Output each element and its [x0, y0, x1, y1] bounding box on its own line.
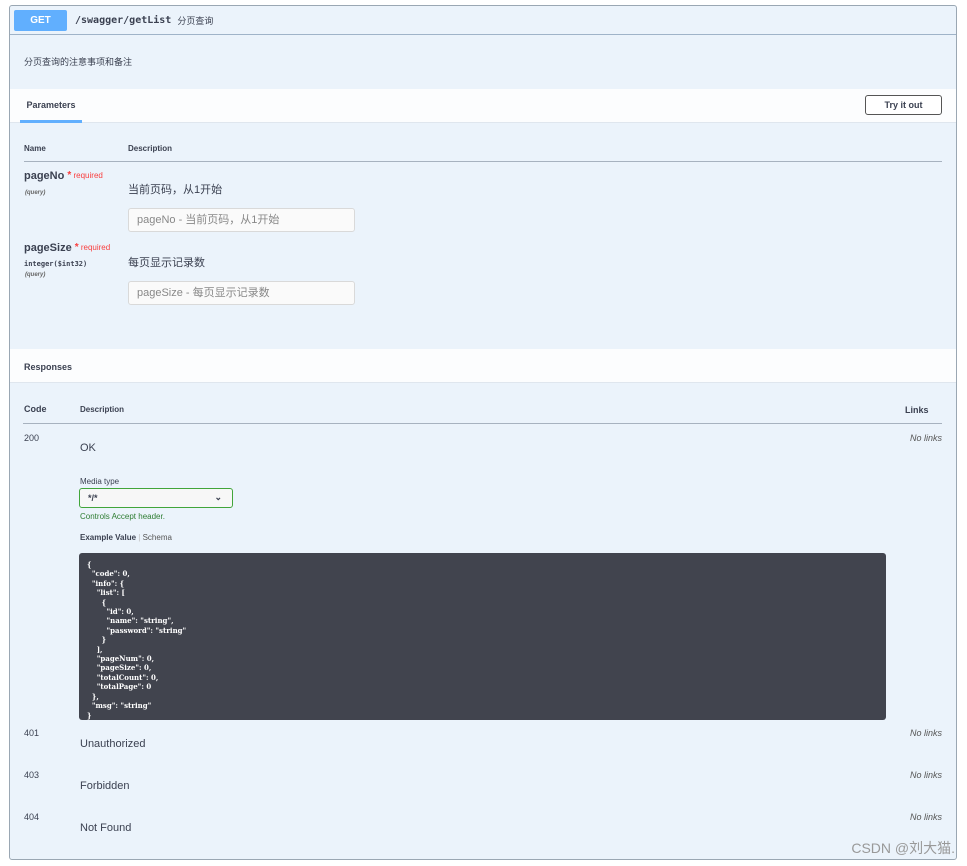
divider [24, 161, 942, 162]
response-description: Not Found [80, 822, 132, 834]
parameters-header: Parameters Try it out [10, 89, 956, 123]
operation-description: 分页查询的注意事项和备注 [24, 57, 133, 67]
col-description: Description [128, 144, 173, 153]
try-it-out-button[interactable]: Try it out [865, 95, 942, 115]
param-in: (query) [25, 190, 46, 196]
divider [23, 423, 942, 424]
col-description: Description [80, 405, 125, 414]
chevron-down-icon: ⌄ [214, 492, 222, 502]
param-name: pageNo * required [24, 170, 103, 182]
responses-title: Responses [24, 362, 73, 372]
tab-parameters[interactable]: Parameters [20, 89, 82, 123]
param-name: pageSize * required [24, 242, 111, 254]
response-code: 403 [24, 770, 40, 780]
response-links: No links [909, 728, 942, 738]
response-links: No links [909, 812, 942, 822]
media-type-select[interactable]: */* ⌄ [79, 488, 233, 508]
watermark: CSDN @刘大猫. [851, 840, 955, 856]
col-code: Code [24, 404, 47, 414]
operation-path: /swagger/getList [75, 14, 172, 26]
response-code: 200 [24, 433, 40, 443]
example-tabs: Example Value | Schema [80, 533, 172, 542]
response-code: 404 [24, 812, 40, 822]
operation-block: GET /swagger/getList 分页查询 分页查询的注意事项和备注 P… [9, 5, 957, 860]
response-description: Unauthorized [80, 738, 146, 750]
response-links: No links [909, 770, 942, 780]
response-links: No links [909, 433, 942, 443]
tab-example-value[interactable]: Example Value [80, 533, 136, 542]
pageSize-input[interactable] [128, 281, 355, 305]
method-badge: GET [14, 9, 67, 31]
param-type: integer($int32) [24, 260, 88, 268]
response-description: Forbidden [80, 780, 130, 792]
operation-summary-text: 分页查询 [177, 15, 214, 26]
tab-schema[interactable]: Schema [143, 533, 172, 542]
param-description: 当前页码，从1开始 [128, 184, 223, 196]
col-name: Name [24, 144, 46, 153]
parameters-table: Name Description pageNo * required (query… [10, 123, 956, 349]
pageNo-input[interactable] [128, 208, 355, 232]
controls-note: Controls Accept header. [80, 512, 165, 521]
param-description: 每页显示记录数 [128, 257, 205, 269]
operation-summary[interactable]: GET /swagger/getList 分页查询 [10, 6, 956, 35]
response-description: OK [80, 442, 96, 454]
param-in: (query) [25, 272, 46, 278]
responses-header: Responses [10, 349, 956, 383]
example-value-code: { "code": 0, "info": { "list": [ { "id":… [79, 553, 886, 720]
media-type-label: Media type [80, 477, 120, 486]
col-links: Links [905, 405, 929, 415]
response-code: 401 [24, 728, 40, 738]
